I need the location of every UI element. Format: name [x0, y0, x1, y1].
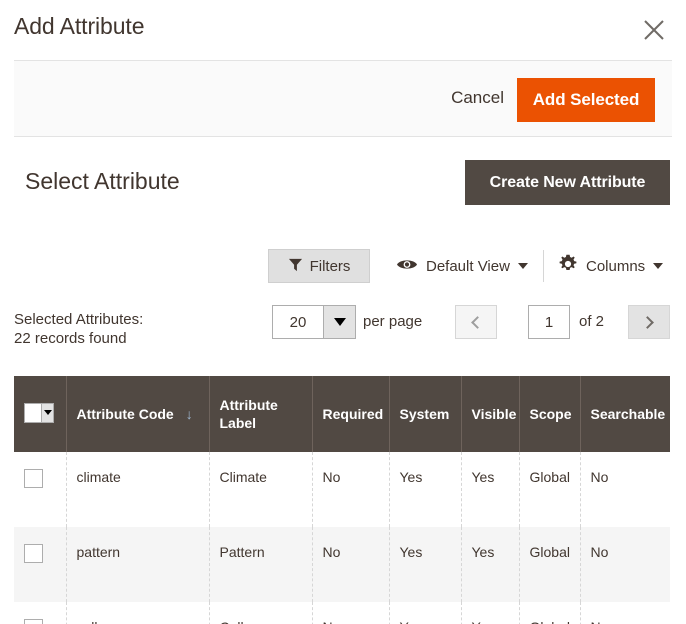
- column-header-required[interactable]: Required: [312, 376, 390, 452]
- per-page-value: 20: [289, 313, 307, 331]
- default-view-label: Default View: [426, 257, 510, 275]
- table-row[interactable]: collar Collar No Yes Yes Global No: [14, 602, 670, 624]
- cell-searchable: No: [590, 544, 609, 560]
- table-row[interactable]: climate Climate No Yes Yes Global No: [14, 452, 670, 527]
- select-all-checkbox[interactable]: [25, 403, 41, 422]
- cancel-button[interactable]: Cancel: [451, 88, 504, 108]
- row-select-cell: [14, 452, 67, 527]
- row-checkbox[interactable]: [24, 469, 43, 488]
- selected-attributes-label: Selected Attributes:: [14, 311, 144, 328]
- create-new-attribute-button[interactable]: Create New Attribute: [465, 160, 670, 205]
- mass-select-control[interactable]: [24, 402, 54, 423]
- row-checkbox[interactable]: [24, 544, 43, 563]
- columns-control[interactable]: Columns: [558, 251, 664, 281]
- modal-title-bar: Add Attribute: [0, 0, 686, 60]
- cell-attribute-code: climate: [66, 452, 210, 527]
- column-header-attribute-code[interactable]: Attribute Code ↓: [66, 376, 210, 452]
- eye-icon: [396, 257, 418, 276]
- page-total-label: of 2: [579, 313, 605, 330]
- close-icon[interactable]: [634, 10, 674, 50]
- cell-searchable: No: [580, 602, 670, 624]
- cell-attribute-label: Collar: [209, 602, 313, 624]
- filters-label: Filters: [309, 257, 351, 275]
- previous-page-button[interactable]: [455, 305, 497, 339]
- column-header-system[interactable]: System: [389, 376, 462, 452]
- page-number-input[interactable]: [528, 305, 570, 339]
- cell-attribute-label: Pattern: [209, 527, 313, 602]
- column-header-searchable[interactable]: Searchable: [580, 376, 670, 452]
- table-row[interactable]: pattern Pattern No Yes Yes Global No: [14, 527, 670, 602]
- chevron-down-icon[interactable]: [41, 403, 53, 422]
- filters-button[interactable]: Filters: [268, 249, 370, 283]
- select-all-header: [14, 376, 67, 452]
- column-label: Attribute Code: [76, 406, 174, 422]
- per-page-select[interactable]: 20: [272, 305, 356, 339]
- cell-scope: Global: [519, 452, 581, 527]
- chevron-down-icon: [653, 263, 664, 269]
- grid-meta-bar: Selected Attributes: 22 records found 20…: [0, 305, 686, 351]
- cell-scope: Global: [519, 527, 581, 602]
- select-attribute-title: Select Attribute: [25, 168, 180, 194]
- cell-required: No: [312, 452, 390, 527]
- funnel-icon: [288, 257, 303, 276]
- cell-visible: Yes: [461, 602, 520, 624]
- cell-scope: Global: [519, 602, 581, 624]
- records-info: Selected Attributes: 22 records found: [14, 310, 143, 348]
- row-select-cell: [14, 602, 67, 624]
- default-view-control[interactable]: Default View: [396, 251, 528, 281]
- cell-required: No: [312, 602, 390, 624]
- add-attribute-modal: Add Attribute Cancel Add Selected Select…: [0, 0, 686, 624]
- cell-visible: Yes: [461, 452, 520, 527]
- attributes-grid: Attribute Code ↓ Attribute Label Required…: [14, 376, 670, 624]
- chevron-left-icon: [471, 315, 484, 329]
- per-page-label: per page: [363, 313, 423, 330]
- cell-attribute-code: collar: [66, 602, 210, 624]
- select-attribute-header: Select Attribute Create New Attribute: [0, 160, 686, 222]
- cell-attribute-label: Climate: [209, 452, 313, 527]
- row-select-cell: [14, 527, 67, 602]
- records-found-label: 22 records found: [14, 330, 127, 347]
- chevron-right-icon: [641, 315, 654, 329]
- column-header-scope[interactable]: Scope: [519, 376, 581, 452]
- column-header-attribute-label[interactable]: Attribute Label: [209, 376, 313, 452]
- cell-searchable: No: [590, 469, 609, 485]
- cell-system: Yes: [389, 602, 462, 624]
- page-title: Add Attribute: [14, 13, 145, 39]
- table-header-row: Attribute Code ↓ Attribute Label Required…: [14, 376, 670, 452]
- add-selected-button[interactable]: Add Selected: [517, 78, 655, 122]
- cell-system: Yes: [389, 452, 462, 527]
- sort-desc-icon: ↓: [185, 406, 193, 422]
- chevron-down-icon: [323, 306, 355, 338]
- next-page-button[interactable]: [628, 305, 670, 339]
- row-checkbox[interactable]: [24, 619, 43, 624]
- cell-system: Yes: [389, 527, 462, 602]
- columns-label: Columns: [586, 257, 646, 275]
- column-header-visible[interactable]: Visible: [461, 376, 520, 452]
- cell-required: No: [312, 527, 390, 602]
- modal-action-bar: Cancel Add Selected: [14, 60, 672, 137]
- chevron-down-icon: [517, 263, 528, 269]
- cell-visible: Yes: [461, 527, 520, 602]
- gear-icon: [558, 254, 578, 278]
- toolbar-divider: [543, 250, 544, 282]
- grid-toolbar: Filters Default View Columns: [0, 248, 686, 284]
- cell-attribute-code: pattern: [66, 527, 210, 602]
